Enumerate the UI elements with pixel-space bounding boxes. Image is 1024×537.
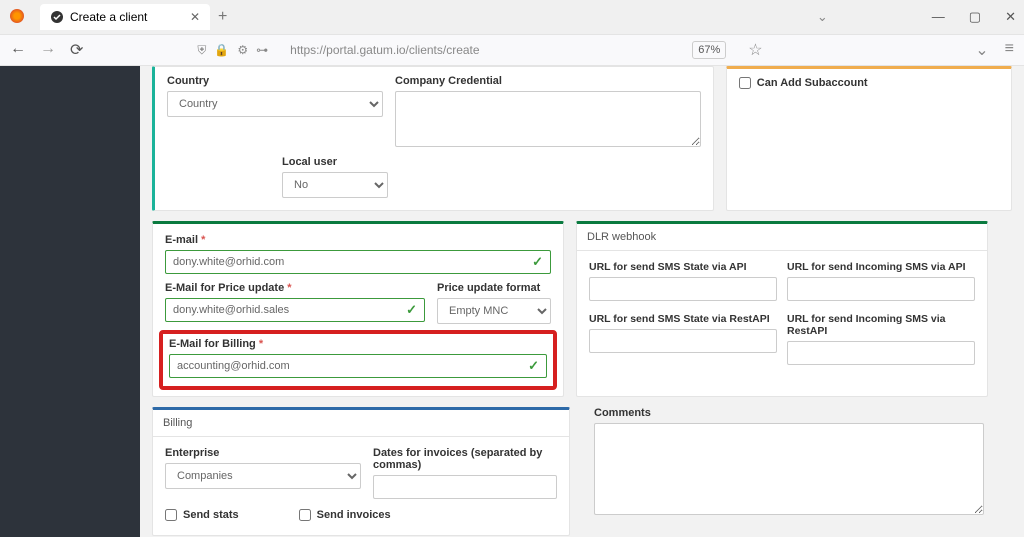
addressbar: ← → ⟳ ⛨ 🔒 ⚙ ⊶ https://portal.gatum.io/cl… xyxy=(0,34,1024,66)
dlr-header: DLR webhook xyxy=(577,224,987,251)
local-user-select[interactable]: No xyxy=(282,172,388,198)
incoming-rest-input[interactable] xyxy=(787,341,975,365)
zoom-level[interactable]: 67% xyxy=(692,41,726,59)
close-tab-icon[interactable]: ✕ xyxy=(190,10,200,24)
firefox-icon xyxy=(10,9,24,23)
tab-title: Create a client xyxy=(70,10,147,24)
reload-button[interactable]: ⟳ xyxy=(70,40,83,60)
incoming-api-input[interactable] xyxy=(787,277,975,301)
titlebar: Create a client ✕ + ⌄ — ▢ ✕ xyxy=(0,0,1024,34)
subaccount-checkbox[interactable] xyxy=(739,77,751,89)
favicon xyxy=(50,10,64,24)
price-email-input[interactable] xyxy=(165,298,425,322)
company-credential-label: Company Credential xyxy=(395,75,701,87)
local-user-label: Local user xyxy=(282,156,388,168)
browser-tab[interactable]: Create a client ✕ xyxy=(40,4,210,30)
price-format-select[interactable]: Empty MNC xyxy=(437,298,551,324)
sms-rest-input[interactable] xyxy=(589,329,777,353)
sms-api-input[interactable] xyxy=(589,277,777,301)
billing-email-highlight: E-Mail for Billing * xyxy=(159,330,557,390)
billing-email-label: E-Mail for Billing * xyxy=(169,338,547,350)
new-tab-button[interactable]: + xyxy=(218,8,227,26)
bookmark-icon[interactable]: ☆ xyxy=(748,40,762,60)
send-stats-label: Send stats xyxy=(183,509,239,521)
minimize-button[interactable]: — xyxy=(932,9,945,25)
subaccount-label: Can Add Subaccount xyxy=(757,77,868,89)
forward-button[interactable]: → xyxy=(40,40,56,60)
url-text[interactable]: https://portal.gatum.io/clients/create xyxy=(290,43,479,57)
country-select[interactable]: Country xyxy=(167,91,383,117)
country-label: Country xyxy=(167,75,383,87)
main-content: Country Country Company Credential Local… xyxy=(140,66,1024,537)
maximize-button[interactable]: ▢ xyxy=(969,9,981,25)
send-invoices-label: Send invoices xyxy=(317,509,391,521)
sms-rest-label: URL for send SMS State via RestAPI xyxy=(589,313,777,325)
sms-api-label: URL for send SMS State via API xyxy=(589,261,777,273)
pocket-icon[interactable]: ⌄ xyxy=(975,40,988,60)
sidebar xyxy=(0,66,140,537)
incoming-rest-label: URL for send Incoming SMS via RestAPI xyxy=(787,313,975,337)
send-invoices-checkbox[interactable] xyxy=(299,509,311,521)
send-stats-checkbox[interactable] xyxy=(165,509,177,521)
dates-label: Dates for invoices (separated by commas) xyxy=(373,447,557,471)
back-button[interactable]: ← xyxy=(10,40,26,60)
email-label: E-mail * xyxy=(165,234,551,246)
billing-header: Billing xyxy=(153,410,569,437)
lock-icon[interactable]: 🔒 xyxy=(214,43,229,58)
incoming-api-label: URL for send Incoming SMS via API xyxy=(787,261,975,273)
email-input[interactable] xyxy=(165,250,551,274)
comments-input[interactable] xyxy=(594,423,984,515)
price-email-label: E-Mail for Price update * xyxy=(165,282,425,294)
shield-icon[interactable]: ⛨ xyxy=(197,43,206,58)
price-format-label: Price update format xyxy=(437,282,551,294)
billing-email-input[interactable] xyxy=(169,354,547,378)
comments-label: Comments xyxy=(594,407,984,419)
tabs-dropdown-icon[interactable]: ⌄ xyxy=(817,9,828,25)
key-icon[interactable]: ⊶ xyxy=(256,43,268,58)
permissions-icon[interactable]: ⚙ xyxy=(237,43,248,58)
enterprise-label: Enterprise xyxy=(165,447,361,459)
menu-icon[interactable]: ≡ xyxy=(1005,40,1014,60)
company-credential-input[interactable] xyxy=(395,91,701,147)
dates-input[interactable] xyxy=(373,475,557,499)
close-window-button[interactable]: ✕ xyxy=(1005,9,1016,25)
enterprise-select[interactable]: Companies xyxy=(165,463,361,489)
